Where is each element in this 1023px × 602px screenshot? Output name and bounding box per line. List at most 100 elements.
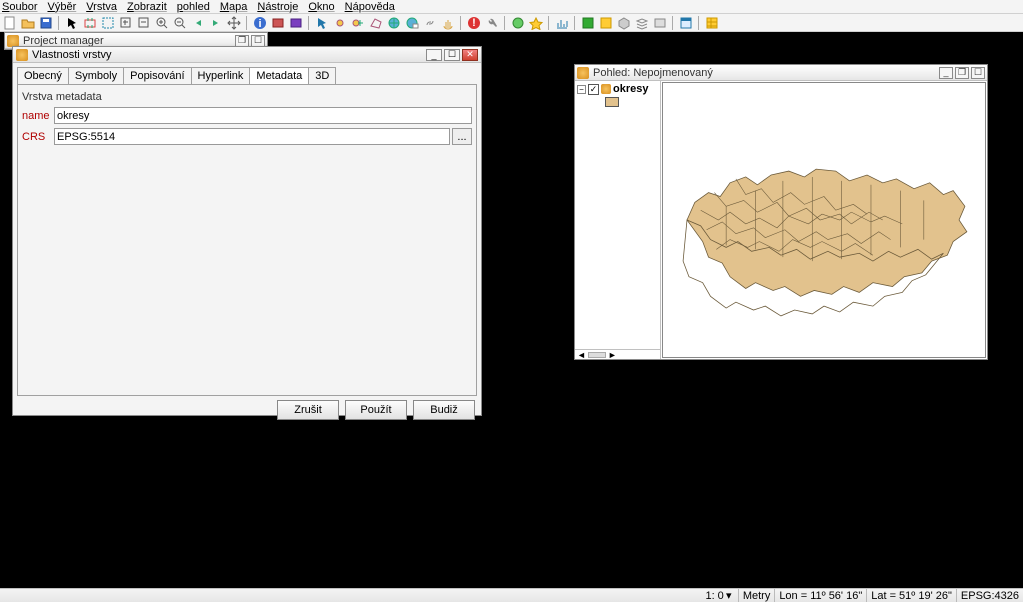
menu-pohled[interactable]: pohled: [177, 1, 210, 13]
menu-nastroje[interactable]: Nástroje: [257, 1, 298, 13]
select-poly-icon[interactable]: [368, 15, 384, 31]
splitter-handle-icon[interactable]: [588, 352, 606, 358]
mapview-titlebar[interactable]: Pohled: Nepojmenovaný _ ❐ ☐: [575, 65, 987, 81]
ok-button[interactable]: Budiž: [413, 400, 475, 420]
plugin2-icon[interactable]: [528, 15, 544, 31]
toc-splitter[interactable]: ◄ ►: [575, 349, 660, 359]
crs-browse-button[interactable]: ...: [452, 128, 472, 145]
layers-icon[interactable]: [598, 15, 614, 31]
menu-napoveda[interactable]: Nápověda: [345, 1, 395, 13]
table-icon[interactable]: [704, 15, 720, 31]
select-rect-icon[interactable]: [100, 15, 116, 31]
workspace: Project manager ❐ ☐ Vlastnosti vrstvy _ …: [0, 32, 1023, 588]
pan-icon[interactable]: [226, 15, 242, 31]
window-maximize-icon[interactable]: ☐: [251, 35, 265, 47]
globe-icon[interactable]: [386, 15, 402, 31]
main-toolbar: i !: [0, 14, 1023, 32]
tab-metadata[interactable]: Metadata: [249, 67, 309, 84]
name-label: name: [22, 110, 54, 122]
window-maximize-icon[interactable]: ☐: [444, 49, 460, 61]
metadata-panel: Vrstva metadata name CRS ...: [17, 84, 477, 396]
menu-soubor[interactable]: Soubor: [2, 1, 37, 13]
select-point-icon[interactable]: [332, 15, 348, 31]
window-close-icon[interactable]: ✕: [462, 49, 478, 61]
status-epsg[interactable]: EPSG:4326: [956, 589, 1023, 602]
dialog-title: Vlastnosti vrstvy: [32, 49, 111, 61]
apply-button[interactable]: Použít: [345, 400, 407, 420]
menu-vrstva[interactable]: Vrstva: [86, 1, 117, 13]
zoom-out-rect-icon[interactable]: [136, 15, 152, 31]
wrench-icon[interactable]: [484, 15, 500, 31]
toolbar-separator: [698, 16, 700, 30]
map-canvas[interactable]: [662, 82, 986, 358]
link-icon[interactable]: [422, 15, 438, 31]
name-input[interactable]: [54, 107, 472, 124]
status-units[interactable]: Metry: [738, 589, 775, 602]
layer-visible-checkbox[interactable]: ✓: [588, 84, 599, 95]
cube-icon[interactable]: [616, 15, 632, 31]
zoom-in-rect-icon[interactable]: [118, 15, 134, 31]
layer-toc: − ✓ okresy ◄ ►: [575, 81, 661, 359]
cancel-button[interactable]: Zrušit: [277, 400, 339, 420]
zoom-out-icon[interactable]: [172, 15, 188, 31]
select-arrow-icon[interactable]: [314, 15, 330, 31]
toolbar-separator: [672, 16, 674, 30]
menu-vyber[interactable]: Výběr: [47, 1, 76, 13]
crs-input[interactable]: [54, 128, 450, 145]
tab-hyperlink[interactable]: Hyperlink: [191, 67, 251, 84]
splitter-left-icon[interactable]: ◄: [577, 350, 586, 360]
plugin1-icon[interactable]: [510, 15, 526, 31]
layer-symbol-swatch[interactable]: [605, 97, 619, 107]
dropdown-icon[interactable]: ▾: [724, 589, 734, 602]
save-icon[interactable]: [38, 15, 54, 31]
info2-icon[interactable]: !: [466, 15, 482, 31]
layer-properties-dialog: Vlastnosti vrstvy _ ☐ ✕ Obecný Symboly P…: [12, 46, 482, 416]
splitter-right-icon[interactable]: ►: [608, 350, 617, 360]
hand-icon[interactable]: [440, 15, 456, 31]
toolbar-separator: [58, 16, 60, 30]
chart-icon[interactable]: [554, 15, 570, 31]
tool-a-icon[interactable]: [270, 15, 286, 31]
toolbar-separator: [504, 16, 506, 30]
info-icon[interactable]: i: [252, 15, 268, 31]
svg-text:i: i: [258, 18, 261, 30]
status-bar: 1: 0▾ Metry Lon = 11º 56' 16" Lat = 51º …: [0, 588, 1023, 602]
tab-3d[interactable]: 3D: [308, 67, 336, 84]
grid-icon[interactable]: [580, 15, 596, 31]
window-restore-icon[interactable]: ❐: [955, 67, 969, 79]
window-restore-icon[interactable]: ❐: [235, 35, 249, 47]
layer-name[interactable]: okresy: [613, 83, 648, 95]
menu-zobrazit[interactable]: Zobrazit: [127, 1, 167, 13]
window-maximize-icon[interactable]: ☐: [971, 67, 985, 79]
menu-mapa[interactable]: Mapa: [220, 1, 248, 13]
menu-okno[interactable]: Okno: [308, 1, 334, 13]
zoom-in-icon[interactable]: [154, 15, 170, 31]
globe-layer-icon[interactable]: [404, 15, 420, 31]
window-icon[interactable]: [678, 15, 694, 31]
dialog-titlebar[interactable]: Vlastnosti vrstvy _ ☐ ✕: [13, 47, 481, 63]
zoom-next-icon[interactable]: [208, 15, 224, 31]
new-icon[interactable]: [2, 15, 18, 31]
window-minimize-icon[interactable]: _: [426, 49, 442, 61]
stack-icon[interactable]: [634, 15, 650, 31]
window-minimize-icon[interactable]: _: [939, 67, 953, 79]
cursor-icon[interactable]: [64, 15, 80, 31]
toolbar-separator: [548, 16, 550, 30]
tree-collapse-icon[interactable]: −: [577, 85, 586, 94]
tab-symboly[interactable]: Symboly: [68, 67, 124, 84]
status-lon: Lon = 11º 56' 16": [774, 589, 866, 602]
select-add-icon[interactable]: [350, 15, 366, 31]
layer-icon: [601, 84, 611, 94]
stack2-icon[interactable]: [652, 15, 668, 31]
tab-obecny[interactable]: Obecný: [17, 67, 69, 84]
open-icon[interactable]: [20, 15, 36, 31]
tab-popisovani[interactable]: Popisování: [123, 67, 191, 84]
zoom-prev-icon[interactable]: [190, 15, 206, 31]
app-icon: [577, 67, 589, 79]
mapview-title: Pohled: Nepojmenovaný: [593, 67, 713, 79]
toolbar-separator: [574, 16, 576, 30]
toolbar-separator: [246, 16, 248, 30]
status-scale[interactable]: 1: 0▾: [701, 589, 737, 602]
fullextent-icon[interactable]: [82, 15, 98, 31]
tool-b-icon[interactable]: [288, 15, 304, 31]
